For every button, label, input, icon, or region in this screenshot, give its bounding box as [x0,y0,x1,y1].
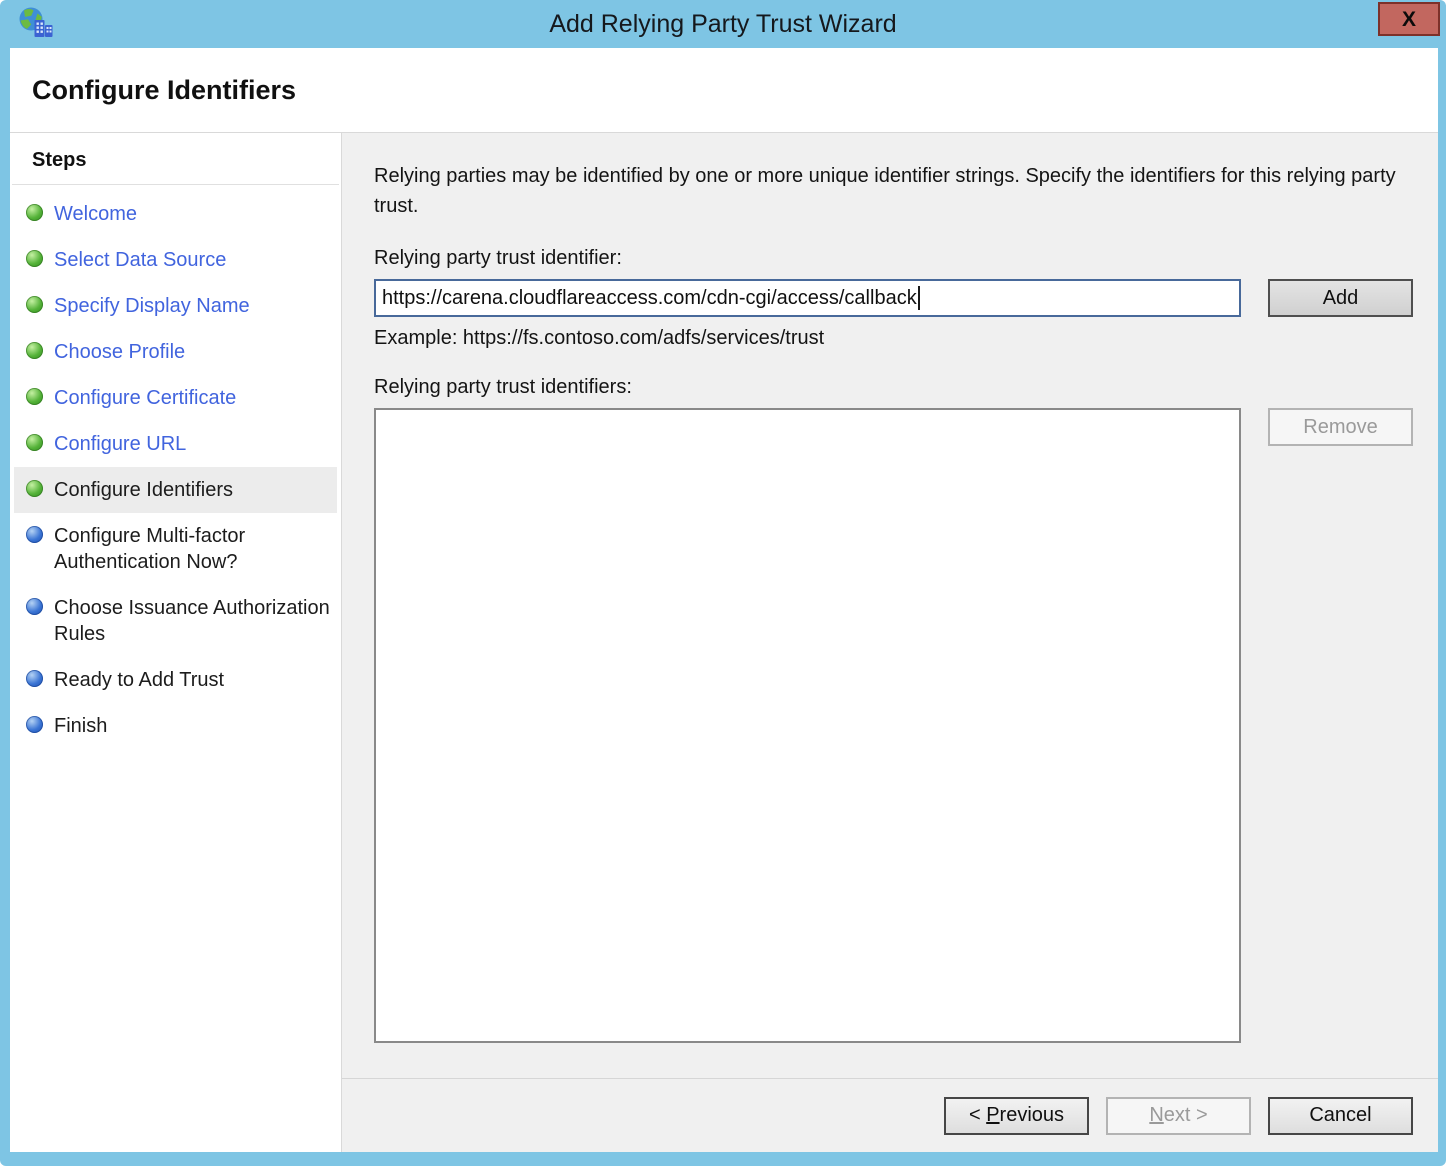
page-title: Configure Identifiers [32,75,296,106]
step-pending-icon [26,598,43,615]
step-completed-icon [26,250,43,267]
step-completed-icon [26,388,43,405]
step-label: Specify Display Name [54,293,250,319]
example-text: Example: https://fs.contoso.com/adfs/ser… [374,327,1413,350]
steps-list: Welcome Select Data Source Specify Display… [14,191,337,749]
sidebar-step-configure-certificate[interactable]: Configure Certificate [14,375,337,421]
step-completed-icon [26,342,43,359]
sidebar-step-welcome[interactable]: Welcome [14,191,337,237]
sidebar-step-configure-url[interactable]: Configure URL [14,421,337,467]
step-label: Configure Certificate [54,385,236,411]
identifier-label: Relying party trust identifier: [374,247,1413,270]
main-content: Relying parties may be identified by one… [342,133,1438,1152]
step-completed-icon [26,480,43,497]
titlebar: Add Relying Party Trust Wizard X [0,0,1446,48]
step-pending-icon [26,526,43,543]
sidebar-step-specify-display-name[interactable]: Specify Display Name [14,283,337,329]
identifier-input-value: https://carena.cloudflareaccess.com/cdn-… [382,287,917,310]
step-label: Finish [54,713,107,739]
step-pending-icon [26,670,43,687]
step-label: Configure URL [54,431,186,457]
add-button[interactable]: Add [1268,279,1413,317]
sidebar-step-choose-profile[interactable]: Choose Profile [14,329,337,375]
step-label: Select Data Source [54,247,226,273]
step-label: Configure Identifiers [54,477,233,503]
sidebar-step-ready-to-add-trust: Ready to Add Trust [14,657,337,703]
identifier-input[interactable]: https://carena.cloudflareaccess.com/cdn-… [374,279,1241,317]
text-caret [918,286,920,310]
wizard-frame: Configure Identifiers Steps Welcome Selec… [10,48,1438,1152]
step-label: Welcome [54,201,137,227]
step-completed-icon [26,296,43,313]
intro-text: Relying parties may be identified by one… [374,161,1413,221]
sidebar-step-select-data-source[interactable]: Select Data Source [14,237,337,283]
step-label: Configure Multi-factor Authentication No… [54,523,331,575]
close-button[interactable]: X [1378,2,1440,36]
step-pending-icon [26,716,43,733]
step-label: Choose Profile [54,339,185,365]
window-title: Add Relying Party Trust Wizard [0,0,1446,48]
steps-sidebar: Steps Welcome Select Data Source Specify D… [10,133,342,1152]
next-button[interactable]: Next > [1106,1097,1251,1135]
sidebar-step-configure-multi-factor-authentication-now: Configure Multi-factor Authentication No… [14,513,337,585]
identifiers-listbox[interactable] [374,408,1241,1043]
wizard-window: Add Relying Party Trust Wizard X Configu… [0,0,1446,1166]
step-label: Ready to Add Trust [54,667,224,693]
sidebar-step-finish: Finish [14,703,337,749]
cancel-button[interactable]: Cancel [1268,1097,1413,1135]
footer-button-bar: < Previous Next > Cancel [342,1078,1438,1152]
steps-heading: Steps [12,147,339,185]
previous-button[interactable]: < Previous [944,1097,1089,1135]
identifiers-list-label: Relying party trust identifiers: [374,376,1413,399]
page-header: Configure Identifiers [10,48,1438,133]
sidebar-step-choose-issuance-authorization-rules: Choose Issuance Authorization Rules [14,585,337,657]
step-completed-icon [26,434,43,451]
sidebar-step-configure-identifiers: Configure Identifiers [14,467,337,513]
remove-button[interactable]: Remove [1268,408,1413,446]
step-completed-icon [26,204,43,221]
step-label: Choose Issuance Authorization Rules [54,595,331,647]
